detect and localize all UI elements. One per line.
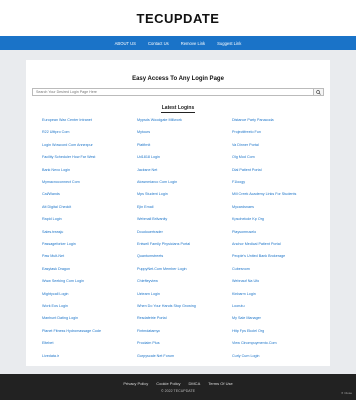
login-link[interactable]: Rapid Login	[42, 217, 62, 221]
login-link[interactable]: Ejin Email	[137, 205, 153, 209]
login-link[interactable]: Bank Nexo Login	[42, 168, 70, 172]
login-link[interactable]: When Do Your Hands Stop Growing	[137, 304, 196, 308]
footer-cookie-link[interactable]: Cookie Policy	[156, 381, 180, 386]
login-link[interactable]: Distance Party Panacoda	[232, 118, 274, 122]
login-link[interactable]: Playsomruselo	[232, 230, 256, 234]
search-input[interactable]	[33, 89, 313, 95]
login-link[interactable]: Sales.treasju	[42, 230, 63, 234]
footer-terms-link[interactable]: Terms Of Use	[208, 381, 232, 386]
login-link[interactable]: European Wax Center Intranet	[42, 118, 92, 122]
login-link[interactable]: Dlal Patient Portal	[232, 168, 262, 172]
login-link[interactable]: Livedata.ir	[42, 354, 59, 358]
login-link[interactable]: Mightycall Login	[42, 292, 68, 296]
nav-contact[interactable]: Contact Us	[148, 41, 169, 46]
login-link[interactable]: Paw Mult-Net	[42, 254, 64, 258]
login-link[interactable]: Chiefteyview	[137, 279, 158, 283]
login-link[interactable]: Proclaim Plus	[137, 341, 160, 345]
login-link[interactable]: Olg Mod Com	[232, 155, 255, 159]
login-link[interactable]: Mps Student Login	[137, 192, 168, 196]
login-link[interactable]: Ud1818 Login	[137, 155, 160, 159]
close-button[interactable]: ✕ Close	[341, 391, 352, 395]
latest-logins-title: Latest Logins	[161, 105, 195, 111]
hero-title: Easy Access To Any Login Page	[132, 76, 224, 82]
login-link[interactable]: Fintmdatamyc	[137, 329, 160, 333]
login-link[interactable]: Curly Cum Login	[232, 354, 259, 358]
login-link[interactable]: Mycardsnaes	[232, 205, 254, 209]
login-link[interactable]: Entwell Family Physicians Portal	[137, 242, 190, 246]
login-link[interactable]: View Clnompuymento.Com	[232, 341, 277, 345]
login-link[interactable]: My Sale Manager	[232, 316, 261, 320]
login-link[interactable]: Projectifreelo Fun	[232, 130, 261, 134]
login-link[interactable]: Manhunt Dating Login	[42, 316, 78, 320]
login-link[interactable]: Att Digital Checkit	[42, 205, 71, 209]
site-footer: Privacy Policy Cookie Policy DMCA Terms …	[0, 374, 356, 400]
login-link[interactable]: Jacksne Net	[137, 168, 157, 172]
login-link[interactable]: PuppyNet.Com Member Login	[137, 267, 187, 271]
login-link[interactable]: Mymacnoconnect Com	[42, 180, 80, 184]
login-link[interactable]: Kinbarm Login	[232, 292, 256, 296]
login-link[interactable]: People's United Bank Brokerage	[232, 254, 285, 258]
login-link[interactable]: Anchor Medical Patient Portal	[232, 242, 281, 246]
nav-suggest-link[interactable]: Suggest Link	[217, 41, 241, 46]
login-link[interactable]: Loorutu	[232, 304, 245, 308]
login-link[interactable]: Mill Creek Academy Links For Students	[232, 192, 296, 196]
login-link[interactable]: Http Fps Ekolel Org	[232, 329, 264, 333]
search-bar	[32, 88, 324, 96]
nav-remove-link[interactable]: Remove Link	[181, 41, 205, 46]
login-link[interactable]: Mytours	[137, 130, 150, 134]
login-link[interactable]: Cubesnom	[232, 267, 250, 271]
login-link[interactable]: Atownmiarco Com Login	[137, 180, 177, 184]
site-header: TECUPDATE	[0, 0, 356, 36]
login-link[interactable]: Uztearn Login	[137, 292, 160, 296]
login-link[interactable]: Eltebet	[42, 341, 53, 345]
login-link[interactable]: Passageforker Login	[42, 242, 76, 246]
login-link[interactable]: Cal/Wands	[42, 192, 60, 196]
login-link[interactable]: Planet Fitness Hydromassage Code	[42, 329, 101, 333]
login-link[interactable]: Resdafetrie Portal	[137, 316, 167, 320]
login-link[interactable]: Easytask Dragon	[42, 267, 70, 271]
search-button[interactable]	[313, 89, 323, 95]
login-link[interactable]: Va Dinner Portal	[232, 143, 259, 147]
login-link[interactable]: Webnauf Na Ufo	[232, 279, 259, 283]
login-link[interactable]: Login Wowcord Com Annexpur	[42, 143, 93, 147]
login-link[interactable]: R22 Ulttpro Com	[42, 130, 69, 134]
login-link[interactable]: Www Seeking Com Login	[42, 279, 84, 283]
main-content: Easy Access To Any Login Page Latest Log…	[26, 60, 330, 366]
login-link[interactable]: F1loogy	[232, 180, 245, 184]
site-title[interactable]: TECUPDATE	[137, 11, 220, 26]
copyright: © 2022 TECUPDATE	[160, 389, 196, 393]
login-link[interactable]: Facility Scheduler How Far West	[42, 155, 95, 159]
login-link[interactable]: Doudouertrader	[137, 230, 163, 234]
main-nav: ABOUT US Contact Us Remove Link Suggest …	[0, 36, 356, 50]
latest-logins-underline	[161, 112, 195, 113]
footer-privacy-link[interactable]: Privacy Policy	[123, 381, 148, 386]
login-link[interactable]: Kpsohelcde Kp Org	[232, 217, 264, 221]
login-link[interactable]: Quantumstreets	[137, 254, 163, 258]
login-link[interactable]: Mypsds Woodgate Millwork	[137, 118, 182, 122]
login-link[interactable]: Gurpyscale Net Forum	[137, 354, 174, 358]
nav-about[interactable]: ABOUT US	[115, 41, 136, 46]
login-link[interactable]: Webmail Brilvanity	[137, 217, 167, 221]
login-link[interactable]: Platfirnit	[137, 143, 150, 147]
search-icon	[316, 89, 321, 95]
login-link[interactable]: Work Eos Login	[42, 304, 68, 308]
footer-dmca-link[interactable]: DMCA	[188, 381, 200, 386]
footer-links: Privacy Policy Cookie Policy DMCA Terms …	[0, 381, 356, 386]
